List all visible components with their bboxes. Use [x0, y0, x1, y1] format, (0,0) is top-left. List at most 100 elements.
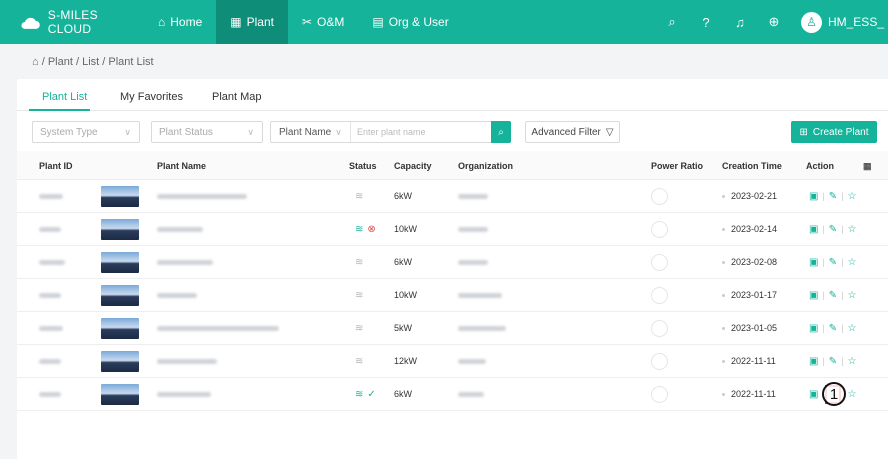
organization-cell: [458, 213, 488, 245]
logo[interactable]: S-MILES CLOUD: [20, 8, 144, 36]
search-button[interactable]: ⌕: [491, 121, 511, 143]
wifi-icon: ≋: [355, 355, 364, 367]
chevron-down-icon: ∨: [335, 126, 342, 137]
table-row[interactable]: ≋ 12kW 2022-11-11 ▣ | ✎ | ☆: [17, 345, 888, 378]
edit-icon[interactable]: ✎: [829, 323, 837, 334]
search-icon[interactable]: ⌕: [665, 14, 679, 30]
plant-name-cell[interactable]: [157, 279, 197, 311]
organization-cell: [458, 345, 486, 377]
home-breadcrumb-icon[interactable]: ⌂: [32, 56, 39, 68]
username: HM_ESS_: [827, 15, 884, 29]
system-type-placeholder: System Type: [40, 126, 98, 138]
annotation-marker: 1: [822, 382, 846, 406]
organization-cell: [458, 246, 488, 278]
column-settings-icon[interactable]: ▦: [863, 161, 872, 172]
nav-plant[interactable]: ▦ Plant: [216, 0, 288, 44]
plant-id-cell: [39, 378, 61, 410]
favorite-star-icon[interactable]: ☆: [848, 290, 857, 301]
edit-icon[interactable]: ✎: [829, 257, 837, 268]
col-creation-time: Creation Time: [722, 161, 782, 171]
edit-icon[interactable]: ✎: [829, 290, 837, 301]
wifi-icon: ≋: [355, 223, 364, 235]
creation-date: 2023-02-08: [731, 257, 778, 267]
favorite-star-icon[interactable]: ☆: [848, 323, 857, 334]
wifi-icon: ≋: [355, 289, 364, 301]
action-cell: ▣| ✎| ☆: [809, 256, 857, 268]
detail-icon[interactable]: ▣: [809, 257, 818, 268]
favorite-star-icon[interactable]: ☆: [848, 257, 857, 268]
creation-date: 2023-01-17: [731, 290, 778, 300]
user-menu[interactable]: ♙ HM_ESS_: [800, 11, 884, 33]
globe-icon[interactable]: ⊕: [767, 14, 781, 30]
detail-icon[interactable]: ▣: [809, 356, 818, 367]
action-cell: ▣| ✎| ☆: [809, 355, 857, 367]
nav-om[interactable]: ✂ O&M: [288, 0, 358, 44]
plant-name-cell[interactable]: [157, 180, 247, 212]
main-nav: ⌂ Home ▦ Plant ✂ O&M ▤ Org & User: [144, 0, 463, 44]
favorite-star-icon[interactable]: ☆: [848, 356, 857, 367]
plant-name-cell[interactable]: [157, 378, 211, 410]
top-right-tools: ⌕ ? ♫ ⊕ ♙ HM_ESS_: [665, 0, 888, 44]
tab-plant-list[interactable]: Plant List: [42, 91, 87, 103]
plant-name-cell[interactable]: [157, 345, 217, 377]
table-row[interactable]: ≋✓ 6kW 2022-11-11 ▣| ✎| ☆: [17, 378, 888, 411]
edit-icon[interactable]: ✎: [829, 191, 837, 202]
plant-name-cell[interactable]: [157, 246, 213, 278]
creation-time-cell: 2023-01-05: [722, 312, 777, 344]
creation-date: 2022-11-11: [731, 389, 776, 399]
tab-plant-map[interactable]: Plant Map: [212, 91, 262, 103]
chevron-down-icon: ∨: [124, 126, 131, 137]
search-icon: ⌕: [498, 126, 504, 138]
home-icon: ⌂: [158, 15, 166, 29]
plant-thumbnail: [101, 279, 139, 311]
favorite-star-icon[interactable]: ☆: [848, 389, 857, 400]
wifi-icon: ≋: [355, 190, 364, 202]
cloud-logo-icon: [21, 17, 40, 29]
plant-status-select[interactable]: Plant Status ∨: [151, 121, 263, 143]
plant-name-label: Plant Name: [279, 126, 332, 138]
organization-cell: [458, 279, 502, 311]
help-icon[interactable]: ?: [699, 15, 713, 30]
plant-name-cell[interactable]: [157, 213, 203, 245]
edit-icon[interactable]: ✎: [829, 224, 837, 235]
table-row[interactable]: ≋ 6kW 2023-02-21 ▣ | ✎ | ☆: [17, 180, 888, 213]
capacity-cell: 5kW: [394, 323, 412, 333]
table-row[interactable]: ≋ ⊗ 10kW 2023-02-14 ▣ | ✎ | ☆: [17, 213, 888, 246]
plant-name-field-select[interactable]: Plant Name ∨: [271, 122, 351, 142]
favorite-star-icon[interactable]: ☆: [848, 224, 857, 235]
col-power-ratio: Power Ratio: [651, 161, 704, 171]
col-capacity: Capacity: [394, 161, 432, 171]
creation-date: 2023-02-14: [731, 224, 778, 234]
table-header: Plant ID Plant Name Status Capacity Orga…: [17, 151, 888, 180]
nav-org-user[interactable]: ▤ Org & User: [358, 0, 462, 44]
create-plant-button[interactable]: ⊞ Create Plant: [791, 121, 877, 143]
capacity-cell: 10kW: [394, 224, 418, 234]
edit-icon[interactable]: ✎: [829, 356, 837, 367]
plant-name-cell[interactable]: [157, 312, 279, 344]
capacity-cell: 6kW: [394, 389, 412, 399]
power-ratio-cell: [651, 312, 668, 344]
power-ratio-cell: [651, 279, 668, 311]
tab-my-favorites[interactable]: My Favorites: [120, 91, 183, 103]
alarm-icon: ⊗: [367, 223, 376, 235]
detail-icon[interactable]: ▣: [809, 290, 818, 301]
detail-icon[interactable]: ▣: [809, 389, 818, 400]
detail-icon[interactable]: ▣: [809, 191, 818, 202]
detail-icon[interactable]: ▣: [809, 323, 818, 334]
table-row[interactable]: ≋ 10kW 2023-01-17 ▣ | ✎ | ☆: [17, 279, 888, 312]
advanced-filter-button[interactable]: Advanced Filter ▽: [525, 121, 620, 143]
plant-name-input[interactable]: [351, 127, 486, 137]
table-row[interactable]: ≋ 5kW 2023-01-05 ▣ | ✎ | ☆: [17, 312, 888, 345]
favorite-star-icon[interactable]: ☆: [848, 191, 857, 202]
plant-thumbnail: [101, 180, 139, 212]
tab-bar: Plant List My Favorites Plant Map: [17, 79, 888, 111]
organization-cell: [458, 312, 506, 344]
status-cell: ≋: [355, 279, 363, 311]
nav-plant-label: Plant: [246, 15, 274, 29]
system-type-select[interactable]: System Type ∨: [32, 121, 140, 143]
nav-home[interactable]: ⌂ Home: [144, 0, 216, 44]
table-row[interactable]: ≋ 6kW 2023-02-08 ▣ | ✎ | ☆: [17, 246, 888, 279]
creation-date: 2023-01-05: [731, 323, 778, 333]
detail-icon[interactable]: ▣: [809, 224, 818, 235]
bell-icon[interactable]: ♫: [733, 15, 747, 30]
